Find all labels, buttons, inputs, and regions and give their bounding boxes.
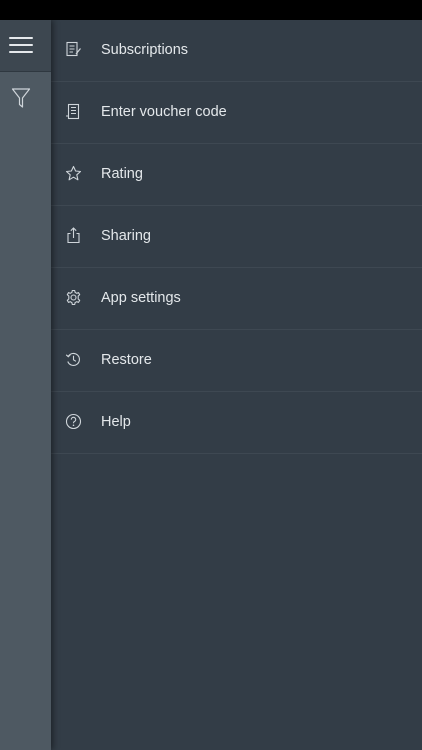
help-icon	[65, 413, 82, 430]
menu-item-help[interactable]: Help	[51, 392, 422, 454]
subscriptions-icon	[65, 41, 82, 58]
menu-item-label: App settings	[101, 290, 181, 306]
menu-item-label: Sharing	[101, 228, 151, 244]
filter-icon[interactable]	[11, 87, 31, 109]
share-icon	[65, 227, 82, 244]
status-bar	[0, 0, 422, 20]
menu-item-label: Enter voucher code	[101, 104, 227, 120]
restore-icon	[65, 351, 82, 368]
menu-item-rating[interactable]: Rating	[51, 144, 422, 206]
menu-item-voucher[interactable]: Enter voucher code	[51, 82, 422, 144]
menu-item-app-settings[interactable]: App settings	[51, 268, 422, 330]
menu-toggle-area	[0, 20, 51, 72]
menu-item-label: Rating	[101, 166, 143, 182]
menu-item-label: Help	[101, 414, 131, 430]
hamburger-icon[interactable]	[9, 37, 33, 54]
star-icon	[65, 165, 82, 182]
gear-icon	[65, 289, 82, 306]
menu-item-label: Restore	[101, 352, 152, 368]
side-rail	[0, 20, 51, 750]
menu-item-subscriptions[interactable]: Subscriptions	[51, 20, 422, 82]
drawer-menu: Subscriptions Enter voucher code Rating	[51, 20, 422, 454]
voucher-icon	[65, 103, 82, 120]
menu-item-label: Subscriptions	[101, 42, 189, 58]
menu-item-restore[interactable]: Restore	[51, 330, 422, 392]
menu-item-sharing[interactable]: Sharing	[51, 206, 422, 268]
